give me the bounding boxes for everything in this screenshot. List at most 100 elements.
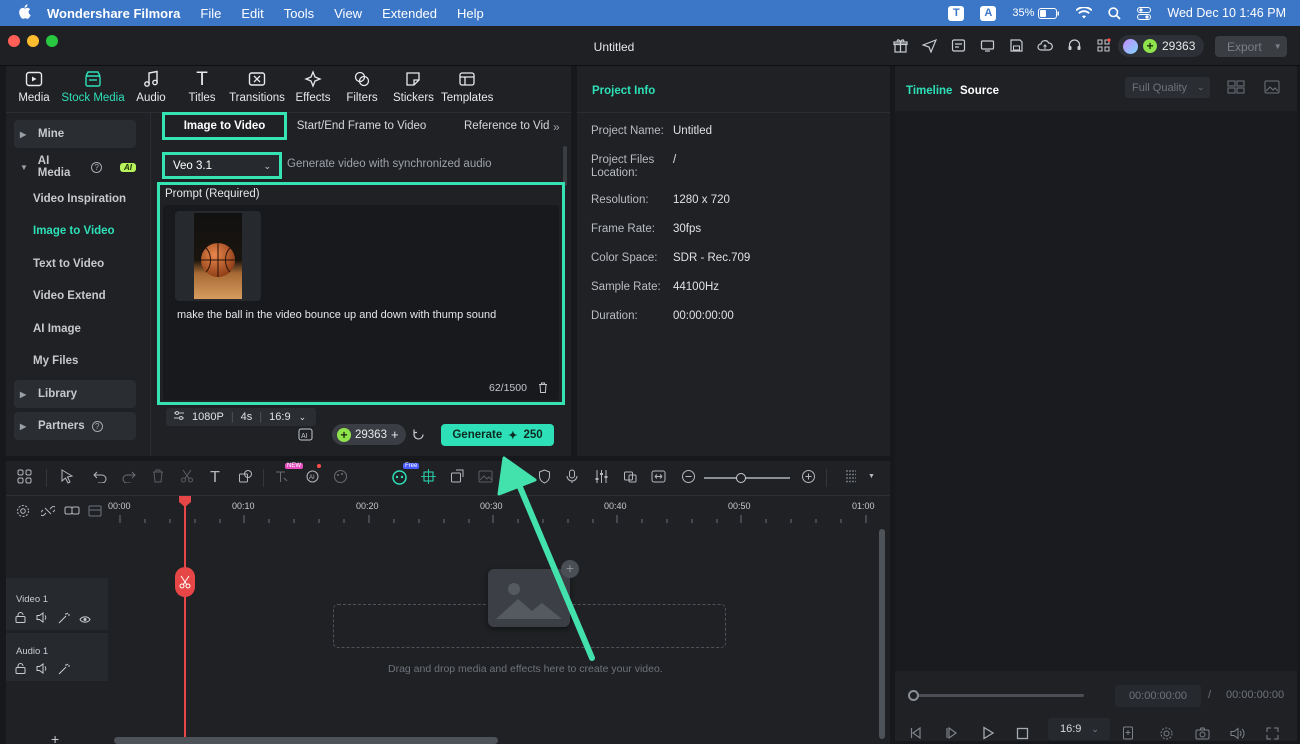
caret-down-icon[interactable]: ▼ — [868, 473, 875, 480]
tab-stickers[interactable]: Stickers — [393, 70, 434, 104]
support-headset-icon[interactable] — [1066, 38, 1082, 54]
link-clip-icon[interactable] — [64, 504, 80, 520]
tab-image-to-video[interactable]: Image to Video — [162, 112, 287, 140]
menu-edit[interactable]: Edit — [241, 6, 263, 21]
lock-icon[interactable] — [15, 612, 26, 626]
tab-titles[interactable]: T Titles — [186, 70, 218, 105]
menu-view[interactable]: View — [334, 6, 362, 21]
play-backward-icon[interactable] — [943, 726, 961, 744]
unlink-icon[interactable] — [39, 504, 57, 521]
auto-reframe-icon[interactable] — [419, 469, 437, 487]
cloud-upload-icon[interactable] — [1037, 38, 1053, 54]
uploaded-image-thumb[interactable] — [175, 211, 261, 301]
menu-file[interactable]: File — [200, 6, 221, 21]
apple-icon[interactable] — [18, 4, 31, 22]
tab-source[interactable]: Source — [960, 85, 999, 97]
quality-select[interactable]: Full Quality ⌄ — [1125, 77, 1210, 98]
tab-media[interactable]: Media — [18, 70, 50, 104]
undo-icon[interactable] — [91, 469, 109, 487]
ai-mate-icon[interactable] — [390, 469, 408, 487]
previous-frame-icon[interactable] — [907, 726, 925, 744]
sidebar-item-library[interactable]: ▶ Library — [14, 380, 136, 408]
tab-start-end-frame[interactable]: Start/End Frame to Video — [294, 114, 429, 138]
eye-icon[interactable] — [79, 613, 91, 627]
send-icon[interactable] — [920, 38, 937, 54]
settings-gear-icon[interactable] — [1157, 726, 1175, 744]
task-icon[interactable] — [950, 38, 966, 54]
track-settings-icon[interactable] — [16, 504, 30, 521]
zoom-slider[interactable] — [704, 477, 790, 479]
avatar[interactable] — [1123, 38, 1138, 54]
tab-templates[interactable]: Templates — [441, 70, 493, 104]
save-icon[interactable] — [1008, 38, 1024, 54]
select-pointer-icon[interactable] — [58, 469, 76, 487]
sidebar-sub-video-extend[interactable]: Video Extend — [33, 290, 106, 302]
help-icon[interactable]: ? — [91, 420, 103, 432]
generate-button[interactable]: Generate ✦ 250 — [441, 424, 554, 446]
app-menu[interactable]: Wondershare Filmora — [47, 6, 180, 21]
prompt-input[interactable]: make the ball in the video bounce up and… — [163, 205, 559, 400]
tab-transitions[interactable]: Transitions — [229, 70, 285, 104]
play-icon[interactable] — [979, 726, 997, 744]
scrubber-handle[interactable] — [908, 690, 919, 701]
sidebar-sub-text-to-video[interactable]: Text to Video — [33, 258, 104, 270]
timeline-options-icon[interactable] — [842, 469, 860, 487]
speaker-icon[interactable] — [36, 612, 48, 626]
tab-reference-to-video[interactable]: Reference to Vid — [454, 114, 550, 138]
tab-effects[interactable]: Effects — [295, 70, 331, 104]
snapshot-camera-icon[interactable] — [1193, 726, 1211, 744]
vertical-scrollbar[interactable] — [879, 529, 885, 739]
image-insert-icon[interactable] — [476, 469, 494, 487]
speaker-icon[interactable] — [36, 663, 48, 677]
help-icon[interactable]: ? — [91, 161, 102, 173]
fullscreen-icon[interactable] — [1263, 726, 1281, 744]
crop-shape-icon[interactable] — [236, 469, 254, 487]
zoom-slider-handle[interactable] — [736, 473, 746, 483]
redo-icon[interactable] — [120, 469, 138, 487]
add-track-icon[interactable]: + — [51, 731, 59, 744]
trash-icon[interactable] — [538, 382, 548, 396]
menu-help[interactable]: Help — [457, 6, 484, 21]
stop-icon[interactable] — [1013, 726, 1031, 744]
credits-pill[interactable]: + 29363 + — [332, 424, 406, 445]
generation-settings[interactable]: 1080P | 4s | 16:9 ⌄ — [166, 408, 316, 426]
text-input-icon[interactable]: T — [948, 5, 965, 21]
sidebar-sub-video-inspiration[interactable]: Video Inspiration — [33, 193, 126, 205]
wifi-icon[interactable] — [1076, 7, 1093, 19]
delete-icon[interactable] — [149, 469, 167, 487]
current-time-field[interactable]: 00:00:00:00 — [1115, 685, 1201, 707]
image-view-icon[interactable] — [1264, 80, 1280, 97]
playhead-line[interactable] — [184, 506, 186, 744]
preview-scrubber[interactable] — [913, 694, 1084, 697]
sidebar-item-mine[interactable]: ▶ Mine — [14, 120, 136, 148]
search-icon[interactable] — [1108, 6, 1122, 20]
aspect-ratio-select[interactable]: 16:9 ⌄ — [1048, 718, 1110, 740]
replace-clip-icon[interactable] — [621, 469, 639, 487]
sidebar-sub-my-files[interactable]: My Files — [33, 355, 78, 367]
ai-text-tool-icon[interactable] — [272, 469, 290, 487]
playhead-split-button[interactable] — [175, 567, 195, 597]
model-select[interactable]: Veo 3.1 ⌄ — [162, 152, 282, 179]
gift-icon[interactable] — [892, 38, 908, 54]
scroll-track[interactable] — [563, 146, 567, 186]
sidebar-sub-ai-image[interactable]: AI Image — [33, 323, 81, 335]
sidebar-item-partners[interactable]: ▶ Partners ? — [14, 412, 136, 440]
tab-stock-media[interactable]: Stock Media — [61, 70, 125, 104]
grid-layout-icon[interactable] — [1227, 80, 1245, 97]
ai-enhance-icon[interactable]: AI — [303, 469, 321, 487]
zoom-out-icon[interactable] — [679, 469, 697, 487]
menu-extended[interactable]: Extended — [382, 6, 437, 21]
export-button[interactable]: Export ▼ — [1215, 36, 1287, 57]
sync-clips-icon[interactable] — [448, 469, 466, 487]
color-palette-icon[interactable] — [331, 469, 349, 487]
sidebar-item-ai-media[interactable]: ▼ AI Media ? AI — [14, 153, 136, 181]
chevron-double-right-icon[interactable]: » — [553, 120, 560, 134]
account-credits-pill[interactable]: + 29363 — [1118, 35, 1204, 57]
preview-canvas[interactable] — [895, 111, 1297, 671]
scissors-split-icon[interactable] — [178, 469, 196, 487]
refresh-icon[interactable] — [412, 428, 425, 444]
horizontal-scrollbar[interactable] — [114, 737, 498, 744]
tab-timeline[interactable]: Timeline — [906, 85, 952, 97]
apps-grid-icon[interactable] — [1095, 38, 1111, 54]
keyboard-layout-icon[interactable]: A — [980, 5, 997, 21]
